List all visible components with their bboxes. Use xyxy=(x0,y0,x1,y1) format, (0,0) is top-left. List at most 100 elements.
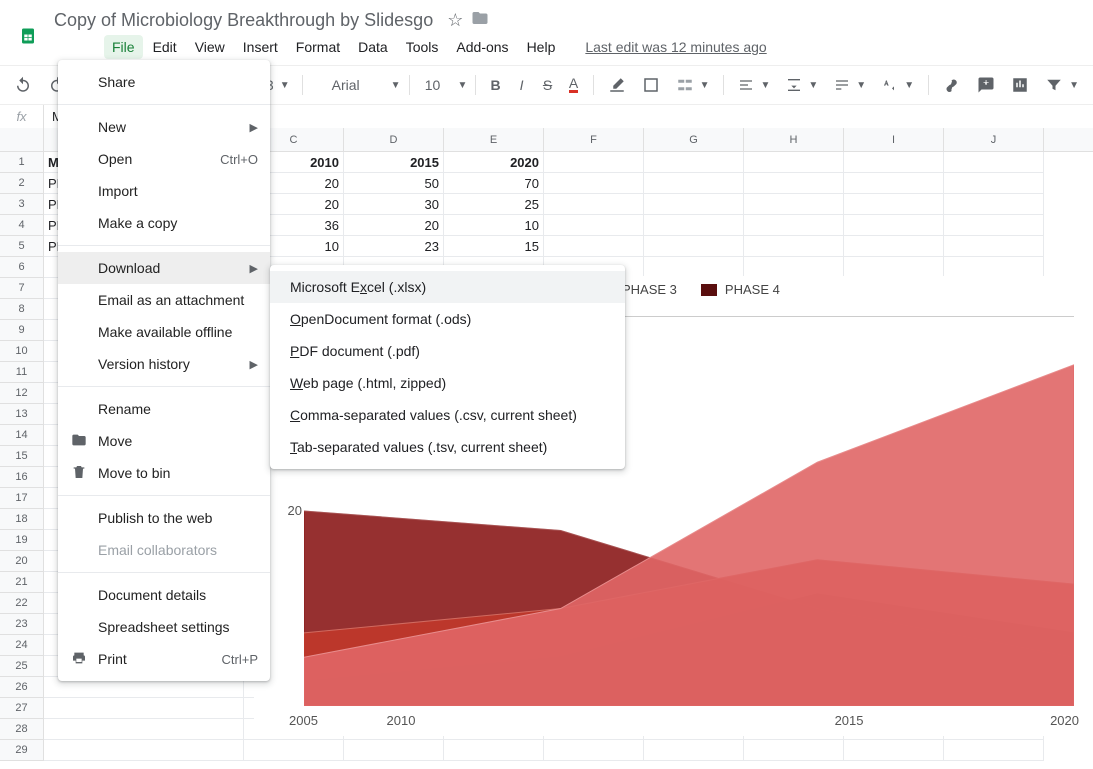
row-header[interactable]: 2 xyxy=(0,173,44,194)
row-header[interactable]: 24 xyxy=(0,635,44,656)
row-header[interactable]: 5 xyxy=(0,236,44,257)
row-header[interactable]: 12 xyxy=(0,383,44,404)
row-header[interactable]: 10 xyxy=(0,341,44,362)
row-header[interactable]: 6 xyxy=(0,257,44,278)
download-html[interactable]: Web page (.html, zipped) xyxy=(270,367,625,399)
insert-comment-button[interactable]: + xyxy=(971,72,1001,98)
row-header[interactable]: 1 xyxy=(0,152,44,173)
cell[interactable]: 2020 xyxy=(444,152,544,173)
menu-make-offline[interactable]: Make available offline xyxy=(58,316,270,348)
menu-data[interactable]: Data xyxy=(350,35,396,59)
menu-format[interactable]: Format xyxy=(288,35,348,59)
cell[interactable]: 20 xyxy=(344,215,444,236)
row-header[interactable]: 22 xyxy=(0,593,44,614)
bold-button[interactable]: B xyxy=(484,73,506,97)
row-header[interactable]: 28 xyxy=(0,719,44,740)
download-tsv[interactable]: Tab-separated values (.tsv, current shee… xyxy=(270,431,625,463)
insert-chart-button[interactable] xyxy=(1005,72,1035,98)
menu-open[interactable]: OpenCtrl+O xyxy=(58,143,270,175)
menu-view[interactable]: View xyxy=(187,35,233,59)
cell[interactable]: 15 xyxy=(444,236,544,257)
fx-label[interactable]: fx xyxy=(0,105,44,128)
merge-cells-button[interactable]: ▼ xyxy=(670,72,716,98)
filter-button[interactable]: ▼ xyxy=(1039,72,1085,98)
column-header[interactable]: D xyxy=(344,128,444,151)
font-family-select[interactable]: Arial xyxy=(311,73,381,97)
menu-make-copy[interactable]: Make a copy xyxy=(58,207,270,239)
chevron-down-icon[interactable]: ▼ xyxy=(391,80,401,91)
cell[interactable] xyxy=(544,152,644,173)
menu-rename[interactable]: Rename xyxy=(58,393,270,425)
row-header[interactable]: 9 xyxy=(0,320,44,341)
horizontal-align-button[interactable]: ▼ xyxy=(732,73,776,97)
cell[interactable] xyxy=(744,152,844,173)
row-header[interactable]: 25 xyxy=(0,656,44,677)
row-header[interactable]: 29 xyxy=(0,740,44,761)
row-header[interactable]: 3 xyxy=(0,194,44,215)
row-header[interactable]: 7 xyxy=(0,278,44,299)
menu-new[interactable]: New▶ xyxy=(58,111,270,143)
cell[interactable]: 10 xyxy=(444,215,544,236)
menu-addons[interactable]: Add-ons xyxy=(448,35,516,59)
column-header[interactable]: H xyxy=(744,128,844,151)
row-header[interactable]: 16 xyxy=(0,467,44,488)
sheets-logo[interactable] xyxy=(8,16,48,56)
row-header[interactable]: 8 xyxy=(0,299,44,320)
undo-button[interactable] xyxy=(8,72,38,98)
cell[interactable] xyxy=(844,152,944,173)
text-color-button[interactable]: A xyxy=(563,73,585,97)
strikethrough-button[interactable]: S xyxy=(537,73,559,97)
vertical-align-button[interactable]: ▼ xyxy=(780,73,824,97)
chevron-down-icon[interactable]: ▼ xyxy=(458,80,468,91)
menu-print[interactable]: PrintCtrl+P xyxy=(58,643,270,675)
document-title[interactable]: Copy of Microbiology Breakthrough by Sli… xyxy=(48,8,439,33)
row-header[interactable]: 14 xyxy=(0,425,44,446)
fill-color-button[interactable] xyxy=(602,72,632,98)
cell[interactable]: 23 xyxy=(344,236,444,257)
cell[interactable] xyxy=(644,152,744,173)
menu-tools[interactable]: Tools xyxy=(398,35,447,59)
cell[interactable]: 2015 xyxy=(344,152,444,173)
menu-publish[interactable]: Publish to the web xyxy=(58,502,270,534)
row-header[interactable]: 11 xyxy=(0,362,44,383)
menu-share[interactable]: Share xyxy=(58,66,270,98)
last-edit-link[interactable]: Last edit was 12 minutes ago xyxy=(585,39,766,55)
star-icon[interactable]: ☆ xyxy=(447,10,463,31)
row-header[interactable]: 19 xyxy=(0,530,44,551)
cell[interactable]: 70 xyxy=(444,173,544,194)
row-header[interactable]: 26 xyxy=(0,677,44,698)
menu-import[interactable]: Import xyxy=(58,175,270,207)
font-size-select[interactable]: 10 xyxy=(418,73,448,97)
cell[interactable]: 50 xyxy=(344,173,444,194)
cell[interactable]: 30 xyxy=(344,194,444,215)
menu-download[interactable]: Download▶ xyxy=(58,252,270,284)
download-pdf[interactable]: PDF document (.pdf) xyxy=(270,335,625,367)
row-header[interactable]: 4 xyxy=(0,215,44,236)
row-header[interactable]: 20 xyxy=(0,551,44,572)
column-header[interactable]: E xyxy=(444,128,544,151)
row-header[interactable]: 21 xyxy=(0,572,44,593)
row-header[interactable]: 18 xyxy=(0,509,44,530)
row-header[interactable]: 17 xyxy=(0,488,44,509)
row-header[interactable]: 13 xyxy=(0,404,44,425)
italic-button[interactable]: I xyxy=(511,73,533,97)
insert-link-button[interactable] xyxy=(937,72,967,98)
move-folder-icon[interactable] xyxy=(471,9,489,32)
menu-move[interactable]: Move xyxy=(58,425,270,457)
menu-version-history[interactable]: Version history▶ xyxy=(58,348,270,380)
borders-button[interactable] xyxy=(636,72,666,98)
row-header[interactable]: 23 xyxy=(0,614,44,635)
menu-insert[interactable]: Insert xyxy=(235,35,286,59)
menu-move-to-bin[interactable]: Move to bin xyxy=(58,457,270,489)
cell[interactable] xyxy=(944,152,1044,173)
download-xlsx[interactable]: Microsoft Excel (.xlsx) xyxy=(270,271,625,303)
row-header[interactable]: 27 xyxy=(0,698,44,719)
menu-document-details[interactable]: Document details xyxy=(58,579,270,611)
text-rotation-button[interactable]: ▼ xyxy=(876,73,920,97)
download-ods[interactable]: OpenDocument format (.ods) xyxy=(270,303,625,335)
cell[interactable]: 25 xyxy=(444,194,544,215)
download-csv[interactable]: Comma-separated values (.csv, current sh… xyxy=(270,399,625,431)
column-header[interactable]: G xyxy=(644,128,744,151)
menu-help[interactable]: Help xyxy=(519,35,564,59)
menu-email-attachment[interactable]: Email as an attachment xyxy=(58,284,270,316)
